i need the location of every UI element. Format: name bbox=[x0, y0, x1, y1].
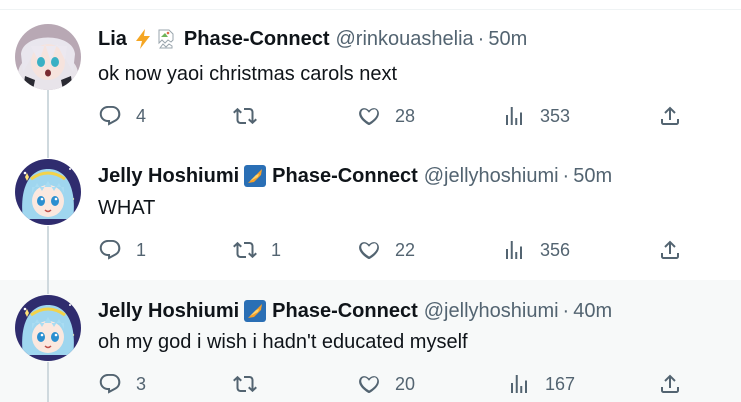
like-button[interactable]: 28 bbox=[357, 104, 415, 128]
share-icon bbox=[658, 372, 682, 396]
action-bar: 4 28 353 bbox=[98, 104, 698, 132]
separator-dot: · bbox=[477, 28, 485, 50]
views-button[interactable]: 167 bbox=[507, 372, 575, 396]
heart-icon bbox=[357, 372, 381, 396]
tweet-header: Jelly Hoshiumi Phase-Connect @jellyhoshi… bbox=[98, 164, 612, 188]
reply-icon bbox=[98, 104, 122, 128]
retweet-icon bbox=[233, 372, 257, 396]
reply-count: 3 bbox=[136, 373, 147, 394]
views-icon bbox=[502, 238, 526, 262]
avatar[interactable] bbox=[15, 295, 81, 361]
heart-icon bbox=[357, 104, 381, 128]
user-handle[interactable]: @jellyhoshiumi bbox=[424, 299, 559, 323]
like-button[interactable]: 20 bbox=[357, 372, 415, 396]
thread-line bbox=[47, 280, 49, 294]
timestamp[interactable]: 50m bbox=[488, 27, 527, 51]
retweet-button[interactable] bbox=[233, 372, 271, 396]
broken-image-icon bbox=[156, 28, 178, 50]
thread-line bbox=[47, 362, 49, 402]
timestamp[interactable]: 40m bbox=[573, 299, 612, 323]
reply-count: 1 bbox=[136, 239, 147, 260]
user-handle[interactable]: @jellyhoshiumi bbox=[424, 164, 559, 188]
retweet-icon bbox=[233, 238, 257, 262]
view-count: 167 bbox=[545, 373, 576, 394]
view-count: 353 bbox=[540, 105, 571, 126]
thread-line bbox=[47, 90, 49, 144]
separator-dot: · bbox=[562, 300, 570, 322]
tweet-header: Lia Phase-Connect @rinkouashelia · 50m bbox=[98, 27, 527, 51]
retweet-button[interactable] bbox=[233, 104, 271, 128]
avatar[interactable] bbox=[15, 24, 81, 90]
phase-connect-logo-icon bbox=[244, 165, 266, 187]
action-bar: 1 1 22 356 bbox=[98, 238, 698, 266]
share-icon bbox=[658, 104, 682, 128]
phase-connect-logo-icon bbox=[244, 300, 266, 322]
tweet-header: Jelly Hoshiumi Phase-Connect @jellyhoshi… bbox=[98, 299, 612, 323]
tweet-text: oh my god i wish i hadn't educated mysel… bbox=[98, 331, 468, 353]
views-button[interactable]: 353 bbox=[502, 104, 570, 128]
tweet[interactable]: Lia Phase-Connect @rinkouashelia · 50m o… bbox=[0, 10, 741, 144]
retweet-count: 1 bbox=[271, 239, 282, 260]
thread-line bbox=[47, 144, 49, 158]
retweet-button[interactable]: 1 bbox=[233, 238, 281, 262]
tweet[interactable]: Jelly Hoshiumi Phase-Connect @jellyhoshi… bbox=[0, 280, 741, 402]
display-name[interactable]: Jelly Hoshiumi bbox=[98, 299, 239, 323]
share-icon bbox=[658, 238, 682, 262]
reply-count: 4 bbox=[136, 105, 147, 126]
view-count: 356 bbox=[540, 239, 571, 260]
like-button[interactable]: 22 bbox=[357, 238, 415, 262]
views-icon bbox=[507, 372, 531, 396]
share-button[interactable] bbox=[658, 372, 682, 396]
display-name[interactable]: Lia bbox=[98, 27, 127, 51]
action-bar: 3 20 167 bbox=[98, 372, 698, 400]
timestamp[interactable]: 50m bbox=[573, 164, 612, 188]
views-button[interactable]: 356 bbox=[502, 238, 570, 262]
reply-button[interactable]: 1 bbox=[98, 238, 146, 262]
reply-button[interactable]: 3 bbox=[98, 372, 146, 396]
user-handle[interactable]: @rinkouashelia bbox=[336, 27, 474, 51]
share-button[interactable] bbox=[658, 104, 682, 128]
avatar[interactable] bbox=[15, 159, 81, 225]
views-icon bbox=[502, 104, 526, 128]
like-count: 22 bbox=[395, 239, 416, 260]
tweet[interactable]: Jelly Hoshiumi Phase-Connect @jellyhoshi… bbox=[0, 144, 741, 280]
thread-line bbox=[47, 226, 49, 280]
timeline: Lia Phase-Connect @rinkouashelia · 50m o… bbox=[0, 0, 741, 402]
like-count: 20 bbox=[395, 373, 416, 394]
affiliation-label[interactable]: Phase-Connect bbox=[272, 299, 418, 323]
like-count: 28 bbox=[395, 105, 416, 126]
heart-icon bbox=[357, 238, 381, 262]
display-name[interactable]: Jelly Hoshiumi bbox=[98, 164, 239, 188]
lightning-icon bbox=[132, 28, 154, 50]
share-button[interactable] bbox=[658, 238, 682, 262]
affiliation-label[interactable]: Phase-Connect bbox=[184, 27, 330, 51]
reply-icon bbox=[98, 238, 122, 262]
tweet-text: ok now yaoi christmas carols next bbox=[98, 63, 398, 85]
separator-dot: · bbox=[562, 165, 570, 187]
tweet-text: WHAT bbox=[98, 197, 156, 219]
retweet-icon bbox=[233, 104, 257, 128]
affiliation-label[interactable]: Phase-Connect bbox=[272, 164, 418, 188]
reply-icon bbox=[98, 372, 122, 396]
reply-button[interactable]: 4 bbox=[98, 104, 146, 128]
